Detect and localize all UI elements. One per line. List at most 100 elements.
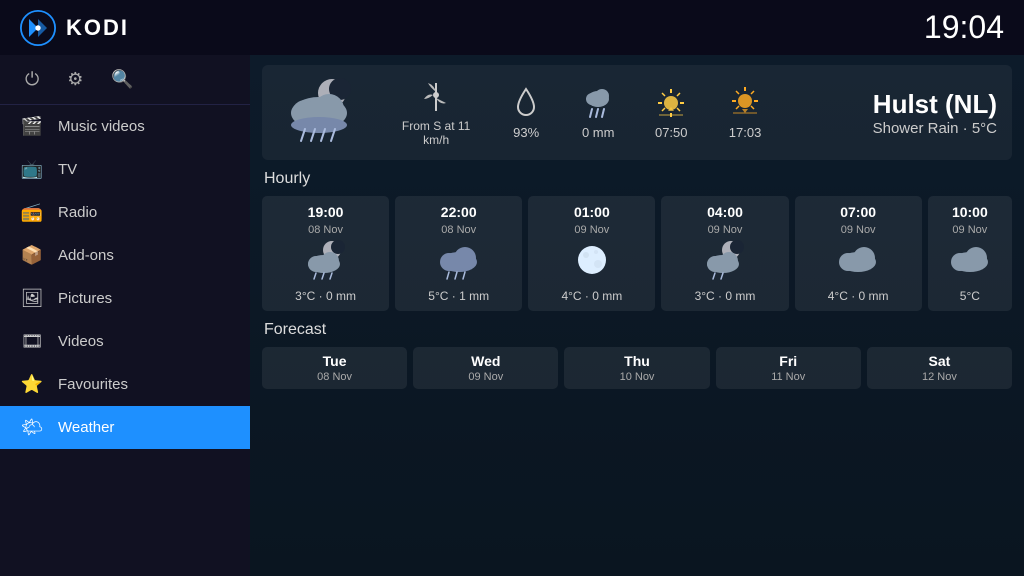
forecast-date-4: 12 Nov xyxy=(922,371,957,383)
forecast-date-1: 09 Nov xyxy=(468,371,503,383)
sidebar-label-videos: Videos xyxy=(58,333,104,350)
current-weather-icon xyxy=(277,75,367,150)
hourly-date-1: 08 Nov xyxy=(441,224,476,236)
hourly-time-2: 01:00 xyxy=(574,204,610,220)
sunrise-stat: 07:50 xyxy=(654,85,688,140)
wind-label: From S at 11 km/h xyxy=(402,119,470,147)
header: KODI 19:04 xyxy=(0,0,1024,55)
forecast-card-4[interactable]: Sat 12 Nov xyxy=(867,347,1012,389)
sidebar-label-radio: Radio xyxy=(58,204,97,221)
hourly-label: Hourly xyxy=(262,170,1012,188)
hourly-icon-5 xyxy=(946,240,994,285)
sunrise-label: 07:50 xyxy=(655,125,688,140)
sidebar-label-weather: Weather xyxy=(58,419,114,436)
hourly-section: Hourly 19:00 08 Nov xyxy=(262,170,1012,321)
sidebar-label-addons: Add-ons xyxy=(58,247,114,264)
sidebar-item-pictures[interactable]: 🖼 Pictures xyxy=(0,277,250,320)
sidebar-nav: 🎬 Music videos 📺 TV 📻 Radio 📦 Add-ons 🖼 … xyxy=(0,105,250,576)
hourly-card-3[interactable]: 04:00 09 Nov 3°C · 0 mm xyxy=(661,196,788,311)
sunset-label: 17:03 xyxy=(729,125,762,140)
forecast-card-1[interactable]: Wed 09 Nov xyxy=(413,347,558,389)
hourly-card-4[interactable]: 07:00 09 Nov 4°C · 0 mm xyxy=(795,196,922,311)
sunset-icon xyxy=(728,85,762,121)
addons-icon: 📦 xyxy=(20,245,44,266)
sidebar-top-icons: ⏻ ⚙ 🔍 xyxy=(0,55,250,105)
forecast-date-0: 08 Nov xyxy=(317,371,352,383)
videos-icon: 🎞 xyxy=(20,331,44,352)
tv-icon: 📺 xyxy=(20,159,44,180)
content-area: From S at 11 km/h 93% xyxy=(250,55,1024,576)
hourly-time-1: 22:00 xyxy=(441,204,477,220)
humidity-icon xyxy=(510,85,542,121)
wind-stat: From S at 11 km/h xyxy=(402,79,470,147)
hourly-card-5[interactable]: 10:00 09 Nov 5°C xyxy=(928,196,1012,311)
hourly-icon-0 xyxy=(302,240,350,285)
forecast-day-1: Wed xyxy=(471,353,500,369)
rain-label: 0 mm xyxy=(582,125,615,140)
forecast-section: Forecast Tue 08 Nov Wed 09 Nov Thu 10 No… xyxy=(262,321,1012,389)
hourly-date-2: 09 Nov xyxy=(574,224,609,236)
hourly-temp-2: 4°C · 0 mm xyxy=(561,289,622,303)
forecast-day-0: Tue xyxy=(323,353,347,369)
hourly-date-3: 09 Nov xyxy=(708,224,743,236)
sidebar-item-addons[interactable]: 📦 Add-ons xyxy=(0,234,250,277)
hourly-temp-4: 4°C · 0 mm xyxy=(828,289,889,303)
clock: 19:04 xyxy=(924,9,1004,46)
sidebar-label-tv: TV xyxy=(58,161,77,178)
sidebar-item-videos[interactable]: 🎞 Videos xyxy=(0,320,250,363)
hourly-date-5: 09 Nov xyxy=(952,224,987,236)
weather-icon: 🌤 xyxy=(20,417,44,438)
hourly-temp-3: 3°C · 0 mm xyxy=(695,289,756,303)
music-videos-icon: 🎬 xyxy=(20,116,44,137)
hourly-time-0: 19:00 xyxy=(308,204,344,220)
pictures-icon: 🖼 xyxy=(20,288,44,309)
hourly-time-3: 04:00 xyxy=(707,204,743,220)
hourly-card-1[interactable]: 22:00 08 Nov 5°C · 1 mm xyxy=(395,196,522,311)
header-left: KODI xyxy=(20,10,129,46)
wind-icon xyxy=(420,79,452,115)
hourly-icon-2 xyxy=(568,240,616,285)
forecast-day-3: Fri xyxy=(779,353,797,369)
hourly-time-4: 07:00 xyxy=(840,204,876,220)
sidebar-item-radio[interactable]: 📻 Radio xyxy=(0,191,250,234)
hourly-icon-3 xyxy=(701,240,749,285)
hourly-temp-0: 3°C · 0 mm xyxy=(295,289,356,303)
forecast-card-0[interactable]: Tue 08 Nov xyxy=(262,347,407,389)
forecast-date-2: 10 Nov xyxy=(620,371,655,383)
sunrise-icon xyxy=(654,85,688,121)
sidebar-label-favourites: Favourites xyxy=(58,376,128,393)
hourly-card-0[interactable]: 19:00 08 Nov xyxy=(262,196,389,311)
search-icon[interactable]: 🔍 xyxy=(111,69,133,90)
forecast-card-3[interactable]: Fri 11 Nov xyxy=(716,347,861,389)
hourly-icon-1 xyxy=(435,240,483,285)
hourly-card-2[interactable]: 01:00 09 Nov 4°C · 0 mm xyxy=(528,196,655,311)
kodi-logo-icon xyxy=(20,10,56,46)
settings-icon[interactable]: ⚙ xyxy=(67,69,83,90)
app-title: KODI xyxy=(66,15,129,41)
favourites-icon: ⭐ xyxy=(20,374,44,395)
hourly-date-4: 09 Nov xyxy=(841,224,876,236)
sidebar-item-music-videos[interactable]: 🎬 Music videos xyxy=(0,105,250,148)
hourly-icon-4 xyxy=(834,240,882,285)
sidebar-label-music-videos: Music videos xyxy=(58,118,145,135)
hourly-time-5: 10:00 xyxy=(952,204,988,220)
forecast-date-3: 11 Nov xyxy=(771,371,805,383)
forecast-day-4: Sat xyxy=(929,353,951,369)
forecast-card-2[interactable]: Thu 10 Nov xyxy=(564,347,709,389)
forecast-label: Forecast xyxy=(262,321,1012,339)
sidebar-item-favourites[interactable]: ⭐ Favourites xyxy=(0,363,250,406)
sidebar-item-tv[interactable]: 📺 TV xyxy=(0,148,250,191)
hourly-row: 19:00 08 Nov xyxy=(262,196,1012,311)
sidebar: ⏻ ⚙ 🔍 🎬 Music videos 📺 TV 📻 Radio 📦 Add-… xyxy=(0,55,250,576)
power-icon[interactable]: ⏻ xyxy=(25,69,39,90)
weather-condition: Shower Rain · 5°C xyxy=(797,120,997,137)
sidebar-label-pictures: Pictures xyxy=(58,290,112,307)
sidebar-item-weather[interactable]: 🌤 Weather xyxy=(0,406,250,449)
location-name: Hulst (NL) xyxy=(797,89,997,120)
sunset-stat: 17:03 xyxy=(728,85,762,140)
weather-header-card: From S at 11 km/h 93% xyxy=(262,65,1012,160)
humidity-stat: 93% xyxy=(510,85,542,140)
forecast-day-2: Thu xyxy=(624,353,650,369)
hourly-temp-5: 5°C xyxy=(960,289,980,303)
rain-stat: 0 mm xyxy=(582,85,615,140)
